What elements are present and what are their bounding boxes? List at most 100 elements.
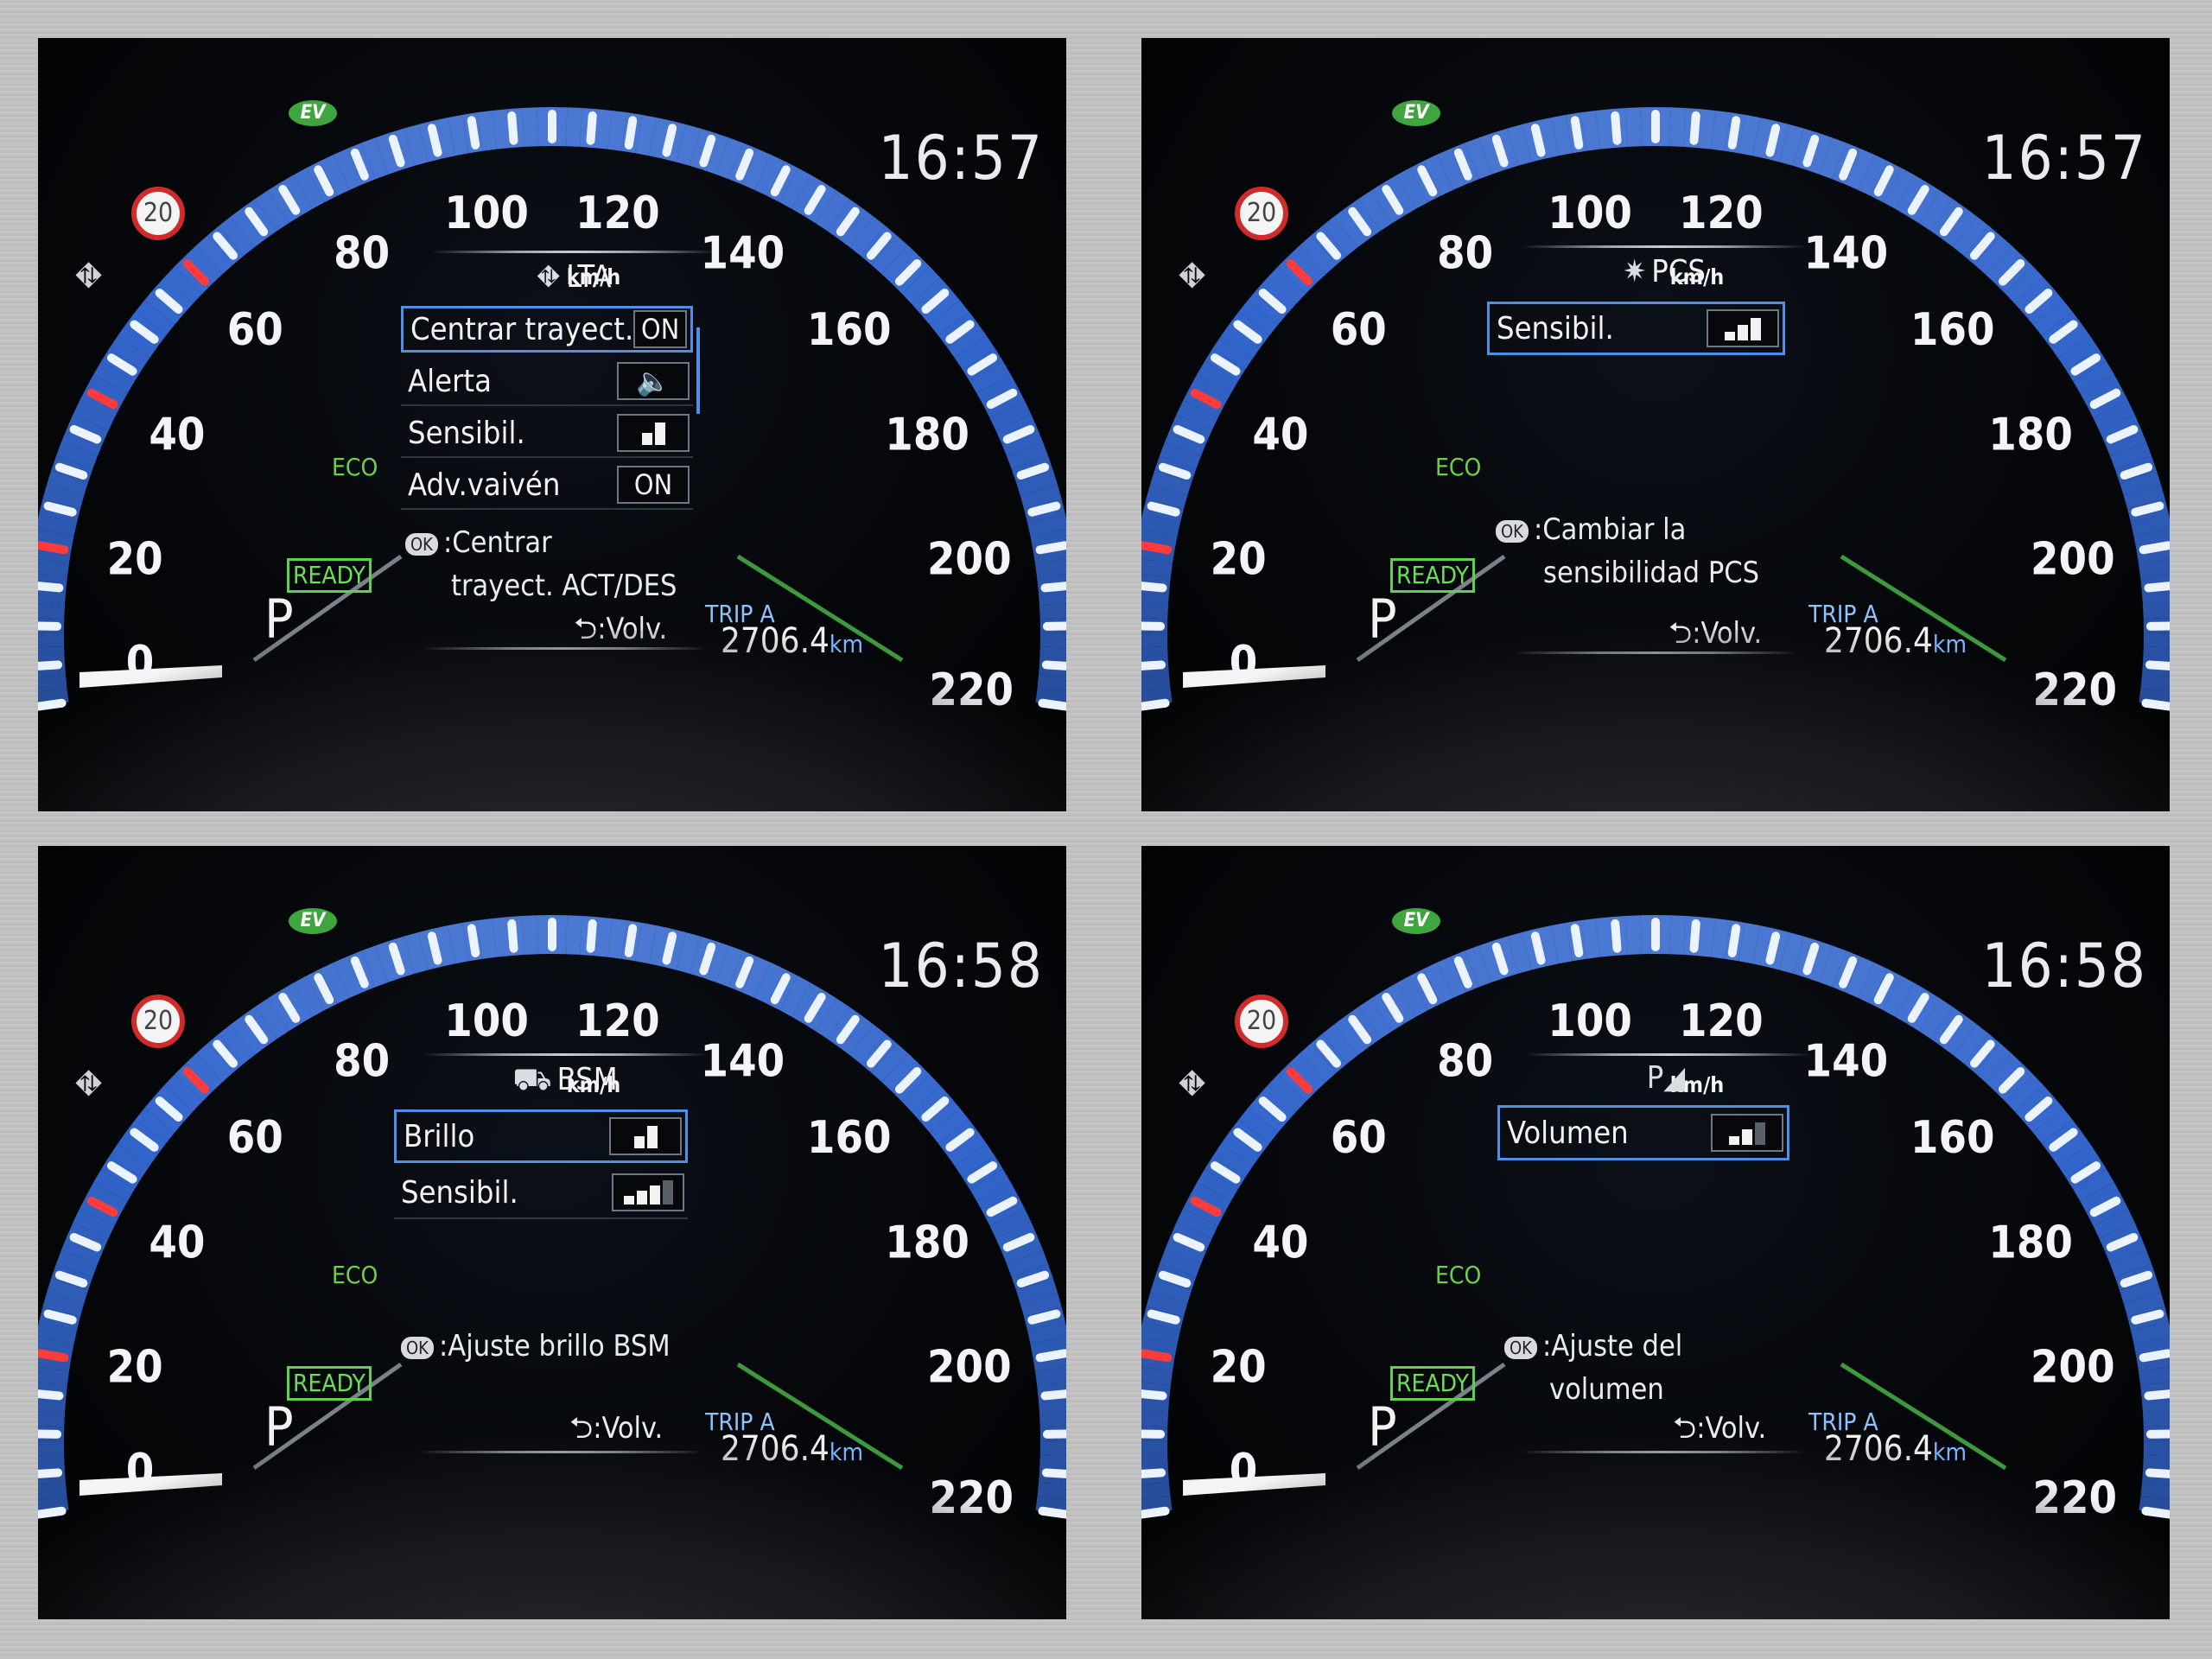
gauge-tick — [1689, 918, 1700, 953]
speed-label: 120 — [575, 188, 660, 239]
menu-title-bar — [423, 1053, 708, 1056]
gauge-tick — [1141, 1506, 1170, 1519]
gauge-arc-segment — [1669, 915, 1686, 955]
gauge-arc-segment — [2143, 1440, 2170, 1456]
gauge-arc-segment — [1039, 1454, 1066, 1471]
odometer-unit: km — [1932, 630, 1967, 658]
gauge-arc-segment — [2142, 603, 2170, 620]
clock: 16:57 — [878, 123, 1044, 194]
gear-position: P — [1368, 588, 1397, 651]
gauge-tick — [1035, 1349, 1066, 1363]
brightness-bars-icon — [609, 1117, 682, 1155]
speed-label: 100 — [1548, 188, 1632, 239]
menu-row-sensibil[interactable]: Sensibil. — [1487, 302, 1785, 355]
gauge-tick — [1141, 698, 1170, 711]
menu-row-sensibil[interactable]: Sensibil. — [401, 410, 693, 458]
gauge-arc-segment — [1141, 1411, 1169, 1427]
speed-label: 20 — [107, 533, 163, 585]
menu-title-text: BSM — [556, 1062, 618, 1097]
eco-indicator: ECO — [332, 453, 378, 481]
gauge-tick — [1141, 582, 1167, 593]
gear-position: P — [264, 588, 294, 651]
clock: 16:58 — [878, 931, 1044, 1001]
menu-row-value: ON — [617, 466, 690, 504]
return-arrow-icon: ⮌ — [574, 612, 598, 646]
gauge-arc-segment — [2142, 1411, 2170, 1427]
ok-button-icon: OK — [1504, 1336, 1537, 1359]
speed-label: 80 — [1437, 1035, 1493, 1087]
speed-label: 20 — [1211, 533, 1267, 585]
speed-label: 160 — [807, 1112, 892, 1164]
menu-row-centrar[interactable]: Centrar trayect. ON — [401, 306, 693, 353]
speed-label: 100 — [444, 995, 529, 1047]
ready-indicator: READY — [1390, 1366, 1475, 1401]
menu-row-label: Sensibil. — [401, 1174, 518, 1211]
cluster-panel-parking: 20 40 60 80 100 120 140 160 180 200 220 km/h 0 EV 20… — [1141, 846, 2170, 1619]
ev-indicator: EV — [289, 100, 337, 126]
gauge-tick — [427, 931, 442, 965]
odometer-unit: km — [829, 630, 864, 658]
gauge-tick — [38, 1506, 67, 1519]
ok-button-icon: OK — [405, 532, 438, 556]
ready-indicator: READY — [1390, 558, 1475, 593]
gauge-arc-segment — [1141, 603, 1169, 620]
menu-row-sensibil[interactable]: Sensibil. — [394, 1167, 688, 1219]
menu-scrollbar[interactable] — [696, 327, 700, 414]
gauge-tick — [624, 924, 638, 957]
gauge-tick — [2139, 1349, 2170, 1363]
gauge-tick — [2144, 582, 2170, 593]
gauge-arc-segment — [38, 1411, 66, 1427]
ok-hint: OK:Ajuste brillo BSM — [401, 1325, 671, 1367]
speed-label: 100 — [1548, 995, 1632, 1047]
gauge-arc-segment — [1141, 1454, 1168, 1471]
gauge-tick — [662, 931, 677, 965]
gauge-tick-red — [38, 1349, 69, 1363]
speed-label: 80 — [334, 1035, 390, 1087]
gauge-tick — [1530, 931, 1546, 965]
gauge-tick — [2139, 541, 2170, 555]
gauge-tick — [1570, 116, 1584, 149]
gauge-arc-segment — [2143, 646, 2170, 663]
ready-indicator: READY — [287, 558, 372, 593]
gear-position: P — [1368, 1395, 1397, 1459]
gauge-tick — [507, 111, 518, 145]
gauge-tick — [467, 924, 480, 957]
speed-label: 160 — [1910, 1112, 1995, 1164]
odometer-value: 2706.4 — [721, 1429, 830, 1469]
menu-row-adv-vaiven[interactable]: Adv.vaivén ON — [401, 461, 693, 510]
gauge-tick — [38, 582, 64, 593]
gauge-tick — [1611, 918, 1622, 953]
gauge-tick — [1689, 111, 1700, 145]
back-label: :Volv. — [593, 1411, 664, 1446]
menu-row-alerta[interactable]: Alerta 🔈 — [401, 358, 693, 406]
gauge-tick — [2144, 1389, 2170, 1401]
gauge-tick-red — [1141, 541, 1173, 555]
speed-label: 80 — [1437, 227, 1493, 279]
odometer: 2706.4km — [1824, 1429, 1967, 1469]
menu-row-brillo[interactable]: Brillo — [394, 1109, 688, 1163]
menu-title-text: LTA — [566, 259, 612, 295]
odometer-value: 2706.4 — [1824, 1429, 1933, 1469]
gauge-arc-segment — [38, 1440, 65, 1456]
speaker-icon: 🔈 — [617, 362, 690, 400]
speed-label: 200 — [927, 1341, 1012, 1393]
return-arrow-icon: ⮌ — [1669, 616, 1693, 651]
clock: 16:58 — [1981, 931, 2147, 1001]
speed-label-zero: 0 — [1230, 1445, 1258, 1497]
gauge-arc-segment — [1039, 603, 1066, 620]
speed-label-zero: 0 — [1230, 637, 1258, 689]
gauge-tick — [38, 698, 67, 711]
gauge-tick — [1038, 1506, 1066, 1519]
gauge-tick — [2131, 1309, 2164, 1325]
gauge-tick — [662, 124, 677, 157]
gauge-tick — [1035, 541, 1066, 555]
gauge-arc-segment — [566, 107, 582, 147]
back-hint: ⮌:Volv. — [1669, 613, 1762, 662]
speed-label: 140 — [701, 1035, 785, 1087]
speed-limit-sign: 20 — [1235, 995, 1288, 1048]
eco-indicator: ECO — [1435, 1261, 1482, 1289]
eco-indicator: ECO — [332, 1261, 378, 1289]
speed-label: 40 — [149, 1217, 205, 1269]
speed-label: 60 — [227, 1112, 283, 1164]
menu-row-volumen[interactable]: Volumen — [1497, 1105, 1789, 1160]
